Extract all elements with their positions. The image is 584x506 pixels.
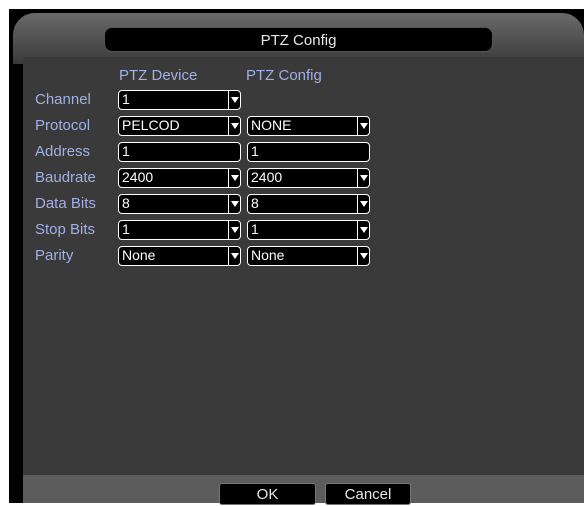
chevron-down-icon[interactable] — [357, 194, 370, 213]
parity-label: Parity — [35, 247, 74, 264]
channel-select[interactable]: 1 — [118, 90, 241, 110]
dialog-content: PTZ Device PTZ Config Channel 1 Protocol… — [23, 57, 584, 475]
address-label: Address — [35, 143, 91, 160]
chevron-down-icon[interactable] — [357, 246, 370, 265]
cancel-button[interactable]: Cancel — [325, 483, 411, 505]
data-bits-label: Data Bits — [35, 195, 96, 212]
baudrate-label: Baudrate — [35, 169, 96, 186]
protocol-config-value: NONE — [251, 117, 292, 133]
address-device-input[interactable]: 1 — [118, 142, 241, 162]
protocol-device-value: PELCOD — [122, 117, 180, 133]
column-header-ptz-device: PTZ Device — [119, 67, 198, 84]
data-bits-config-select[interactable]: 8 — [247, 194, 370, 214]
stop-bits-device-select[interactable]: 1 — [118, 220, 241, 240]
chevron-down-icon[interactable] — [357, 116, 370, 135]
stop-bits-label: Stop Bits — [35, 221, 96, 238]
channel-value: 1 — [122, 91, 130, 107]
chevron-down-icon[interactable] — [228, 246, 241, 265]
dialog-footer: OK Cancel — [23, 475, 584, 505]
baudrate-config-value: 2400 — [251, 169, 283, 185]
stop-bits-config-value: 1 — [251, 221, 259, 237]
channel-label: Channel — [35, 91, 91, 108]
data-bits-config-value: 8 — [251, 195, 259, 211]
parity-config-select[interactable]: None — [247, 246, 370, 266]
chevron-down-icon[interactable] — [228, 90, 241, 109]
chevron-down-icon[interactable] — [228, 168, 241, 187]
parity-config-value: None — [251, 247, 285, 263]
stop-bits-device-value: 1 — [122, 221, 130, 237]
baudrate-device-value: 2400 — [122, 169, 154, 185]
chevron-down-icon[interactable] — [228, 220, 241, 239]
ok-button[interactable]: OK — [219, 483, 316, 505]
parity-device-select[interactable]: None — [118, 246, 241, 266]
chevron-down-icon[interactable] — [357, 168, 370, 187]
baudrate-config-select[interactable]: 2400 — [247, 168, 370, 188]
protocol-device-select[interactable]: PELCOD — [118, 116, 241, 136]
ptz-config-dialog: PTZ Config PTZ Device PTZ Config Channel… — [9, 9, 584, 505]
dialog-title: PTZ Config — [104, 27, 493, 52]
stop-bits-config-select[interactable]: 1 — [247, 220, 370, 240]
chevron-down-icon[interactable] — [228, 116, 241, 135]
column-header-ptz-config: PTZ Config — [246, 67, 322, 84]
protocol-label: Protocol — [35, 117, 91, 134]
chevron-down-icon[interactable] — [228, 194, 241, 213]
chevron-down-icon[interactable] — [357, 220, 370, 239]
address-config-input[interactable]: 1 — [247, 142, 370, 162]
baudrate-device-select[interactable]: 2400 — [118, 168, 241, 188]
protocol-config-select[interactable]: NONE — [247, 116, 370, 136]
data-bits-device-value: 8 — [122, 195, 130, 211]
parity-device-value: None — [122, 247, 156, 263]
data-bits-device-select[interactable]: 8 — [118, 194, 241, 214]
